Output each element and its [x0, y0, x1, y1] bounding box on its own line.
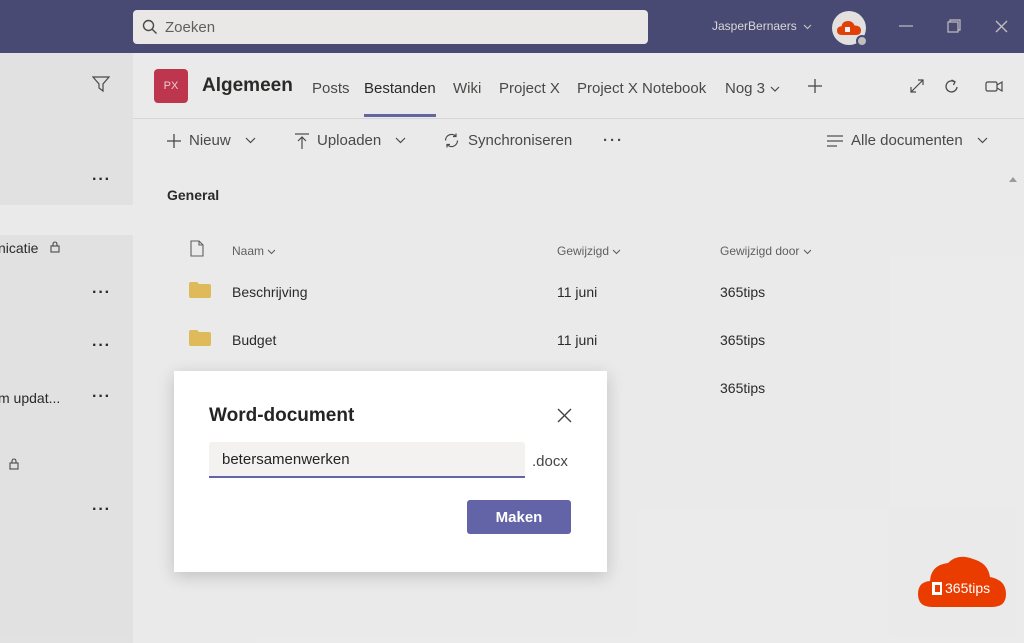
new-word-document-dialog: Word-document .docx Maken: [174, 371, 607, 572]
file-name-input[interactable]: [209, 442, 525, 478]
dialog-title: Word-document: [209, 405, 355, 426]
watermark-text: 365tips: [945, 580, 991, 596]
close-icon[interactable]: [554, 405, 574, 425]
file-extension-label: .docx: [532, 453, 568, 470]
create-button[interactable]: Maken: [467, 500, 571, 534]
